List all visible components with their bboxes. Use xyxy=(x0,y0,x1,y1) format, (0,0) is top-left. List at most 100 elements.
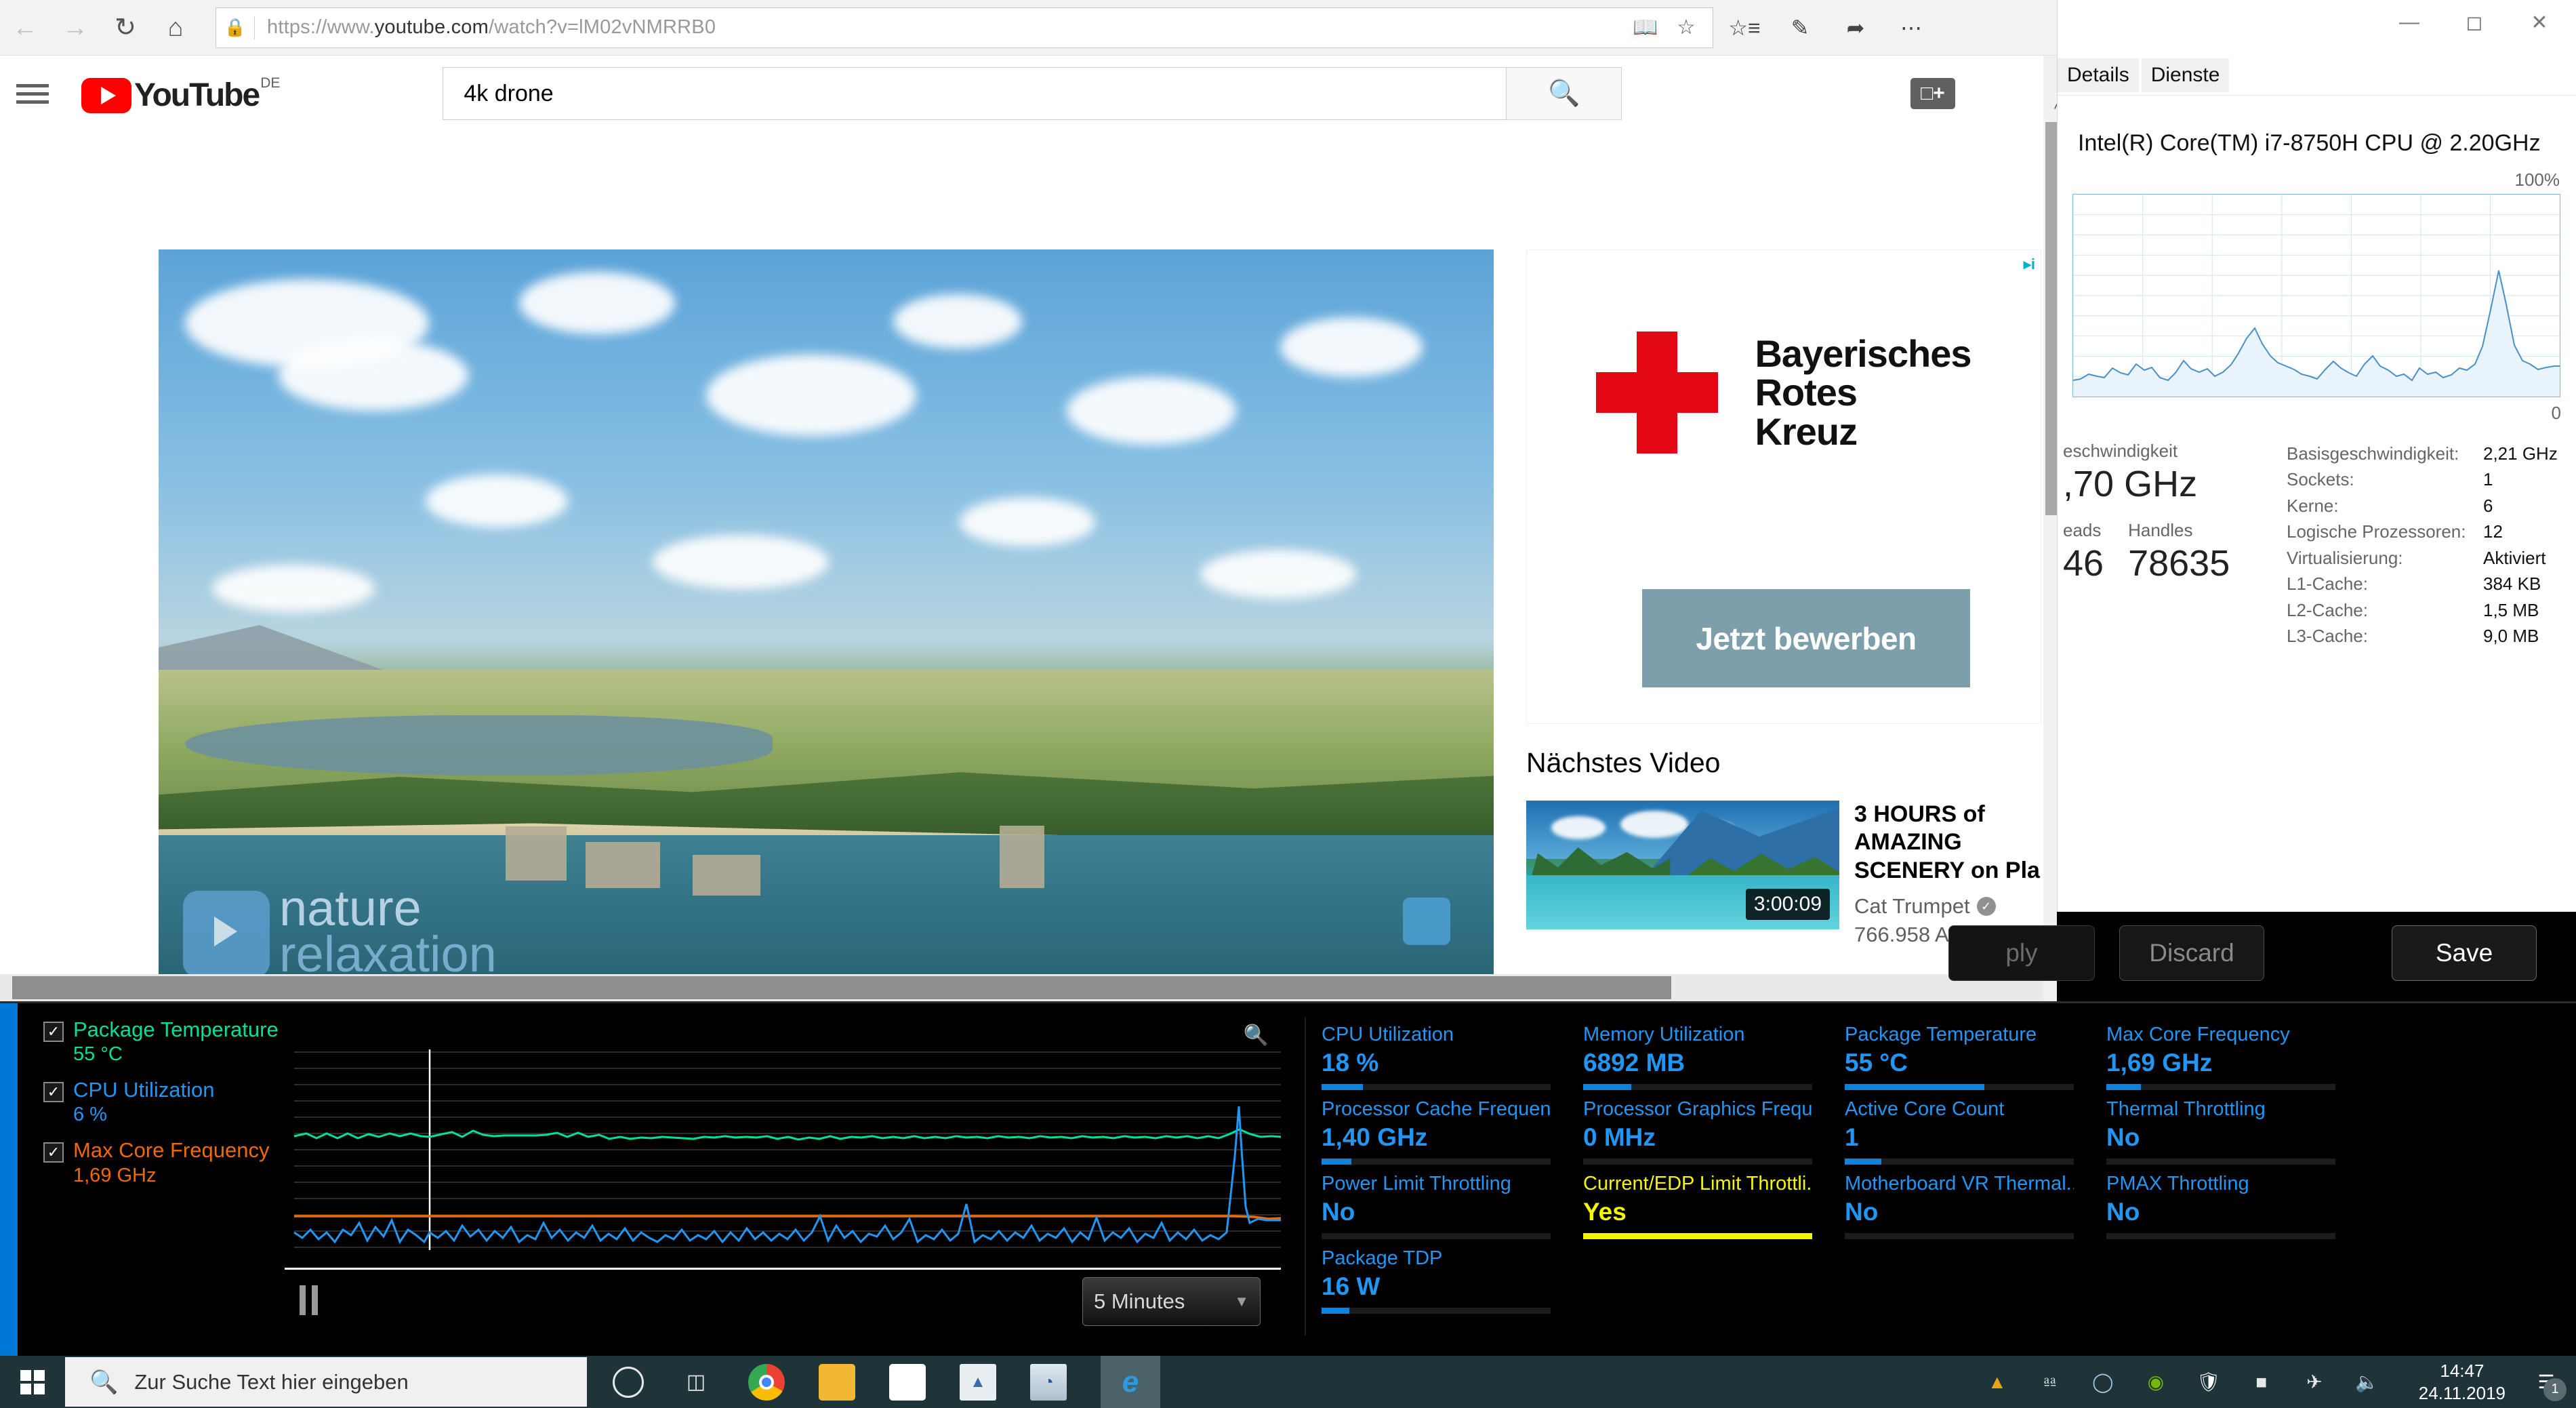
checkbox[interactable]: ✓ xyxy=(43,1082,64,1102)
tile-thermal-throttling[interactable]: Thermal Throttling No xyxy=(2106,1098,2335,1165)
task-view-icon[interactable]: ◫ xyxy=(678,1364,714,1401)
search-input[interactable]: 4k drone xyxy=(443,67,1507,120)
file-explorer-icon[interactable] xyxy=(819,1364,855,1401)
minimize-icon[interactable]: — xyxy=(2377,0,2442,45)
youtube-header: YouTube DE 4k drone 🔍 □+ xyxy=(0,56,2043,132)
video-player[interactable]: nature relaxation search the app store f… xyxy=(159,249,1494,1001)
battery-icon[interactable]: ■ xyxy=(2248,1367,2275,1397)
video-thumbnail[interactable]: 3:00:09 xyxy=(1526,801,1839,929)
ad-cta-button[interactable]: Jetzt bewerben xyxy=(1642,589,1970,687)
search-input[interactable]: 🔍 Zur Suche Text hier eingeben xyxy=(65,1357,587,1407)
maximize-icon[interactable]: ◻ xyxy=(2442,0,2507,45)
advertisement[interactable]: ▸i Bayerisches Rotes Kreuz Jetzt bewerbe… xyxy=(1526,249,2041,724)
graph-min-label: 0 xyxy=(2552,403,2561,424)
chrome-icon[interactable] xyxy=(748,1364,785,1401)
discard-button[interactable]: Discard xyxy=(2119,925,2264,981)
volume-muted-icon[interactable]: 🔈 xyxy=(2354,1367,2381,1397)
web-notes-icon[interactable]: ✎ xyxy=(1776,3,1824,52)
safely-remove-icon[interactable]: ▲ xyxy=(1984,1367,2011,1397)
home-icon[interactable]: ⌂ xyxy=(150,3,201,53)
task-manager-icon[interactable]: ▲ xyxy=(960,1364,996,1401)
tab-details[interactable]: Details xyxy=(2058,58,2139,92)
hamburger-menu-icon[interactable] xyxy=(16,84,49,104)
tile-max-core-frequency[interactable]: Max Core Frequency 1,69 GHz xyxy=(2106,1024,2335,1090)
tile-bar xyxy=(1583,1084,1812,1090)
system-tray: ▲ ⎂ ◯ ◉ 🛡 ■ ✈ 🔈 14:47 24.11.2019 ☰ 1 xyxy=(1984,1356,2576,1408)
tile-value: No xyxy=(2106,1198,2335,1226)
airplane-mode-icon[interactable]: ✈ xyxy=(2301,1367,2328,1397)
checkbox[interactable]: ✓ xyxy=(43,1142,64,1163)
legend-item-max-core-frequency[interactable]: ✓ Max Core Frequency 1,69 GHz xyxy=(43,1139,281,1188)
detail-value: 2,21 GHz xyxy=(2483,441,2558,466)
tile-value: No xyxy=(1322,1198,1551,1226)
detail-key: Virtualisierung: xyxy=(2287,545,2483,571)
tile-active-core-count[interactable]: Active Core Count 1 xyxy=(1845,1098,2074,1165)
tile-memory-utilization[interactable]: Memory Utilization 6892 MB xyxy=(1583,1024,1812,1090)
tile-package-tdp[interactable]: Package TDP 16 W xyxy=(1322,1247,1551,1314)
windows-start-icon[interactable] xyxy=(0,1356,65,1408)
ad-line-3: Kreuz xyxy=(1755,412,1971,451)
cpu-details-list: Basisgeschwindigkeit:2,21 GHz Sockets:1 … xyxy=(2287,441,2576,649)
legend-item-cpu-utilization[interactable]: ✓ CPU Utilization 6 % xyxy=(43,1079,281,1128)
tile-package-temperature[interactable]: Package Temperature 55 °C xyxy=(1845,1024,2074,1090)
notification-icon[interactable]: ☰ 1 xyxy=(2531,1367,2561,1397)
create-video-icon[interactable]: □+ xyxy=(1910,78,1955,109)
youtube-logo[interactable]: YouTube DE xyxy=(81,74,280,113)
close-icon[interactable]: ✕ xyxy=(2507,0,2572,45)
page-horizontal-scrollbar[interactable] xyxy=(0,974,2043,1001)
refresh-icon[interactable]: ↻ xyxy=(100,3,150,53)
magnifier-icon[interactable]: 🔍 xyxy=(1244,1024,1269,1047)
timerange-dropdown[interactable]: 5 Minutes ▼ xyxy=(1082,1277,1261,1326)
cloud xyxy=(1280,317,1423,377)
tile-pmax-throttling[interactable]: PMAX Throttling No xyxy=(2106,1173,2335,1239)
checkbox[interactable]: ✓ xyxy=(43,1022,64,1042)
forward-arrow-icon[interactable]: → xyxy=(50,3,100,53)
reading-view-icon[interactable]: 📖 xyxy=(1627,9,1664,46)
speed-label: eschwindigkeit xyxy=(2063,441,2280,462)
accent-stripe xyxy=(0,1003,18,1358)
task-manager-tabs: Details Dienste xyxy=(2058,57,2576,92)
pause-icon[interactable] xyxy=(300,1285,318,1315)
hub-favorites-icon[interactable]: ☆≡ xyxy=(1720,3,1769,52)
building xyxy=(1000,826,1044,888)
lock-icon: 🔒 xyxy=(216,17,254,38)
cortana-circle-icon[interactable] xyxy=(613,1367,644,1398)
divider xyxy=(2058,95,2576,96)
search-icon[interactable]: 🔍 xyxy=(1507,67,1622,120)
tile-motherboard-vr-thermal[interactable]: Motherboard VR Thermal... No xyxy=(1845,1173,2074,1239)
nvidia-icon[interactable]: ◉ xyxy=(2142,1367,2169,1397)
star-icon[interactable]: ☆ xyxy=(1668,9,1704,46)
tab-dienste[interactable]: Dienste xyxy=(2142,58,2230,92)
legend-label: Package Temperature xyxy=(73,1018,279,1041)
adchoices-icon[interactable]: ▸i xyxy=(2024,256,2035,273)
save-button[interactable]: Save xyxy=(2392,925,2537,981)
tile-processor-cache-frequency[interactable]: Processor Cache Frequency 1,40 GHz xyxy=(1322,1098,1551,1165)
xtu-icon[interactable]: ◔ xyxy=(1030,1364,1067,1401)
channel-name[interactable]: Cat Trumpet ✓ xyxy=(1854,894,2041,919)
edge-icon[interactable]: e xyxy=(1101,1356,1160,1408)
back-arrow-icon[interactable]: ← xyxy=(0,3,50,53)
microsoft-store-icon[interactable] xyxy=(889,1364,926,1401)
disk-icon[interactable]: ◯ xyxy=(2089,1367,2117,1397)
defender-warning-icon[interactable]: 🛡 xyxy=(2195,1367,2222,1397)
video-title[interactable]: 3 HOURS of AMAZING SCENERY on Pla xyxy=(1854,801,2041,885)
tile-bar xyxy=(1845,1084,2074,1090)
tile-cpu-utilization[interactable]: CPU Utilization 18 % xyxy=(1322,1024,1551,1090)
tile-processor-graphics-frequency[interactable]: Processor Graphics Freque... 0 MHz xyxy=(1583,1098,1812,1165)
detail-key: Sockets: xyxy=(2287,466,2483,492)
share-icon[interactable]: ➦ xyxy=(1831,3,1880,52)
horizontal-scroll-thumb[interactable] xyxy=(12,976,1671,999)
cloud xyxy=(1067,377,1236,445)
more-ellipsis-icon[interactable]: ⋯ xyxy=(1887,3,1936,52)
clock[interactable]: 14:47 24.11.2019 xyxy=(2419,1360,2506,1404)
tile-current-edp-limit-throttling[interactable]: Current/EDP Limit Throttli... Yes xyxy=(1583,1173,1812,1239)
tile-power-limit-throttling[interactable]: Power Limit Throttling No xyxy=(1322,1173,1551,1239)
address-bar[interactable]: 🔒 https://www.youtube.com/watch?v=lM02vN… xyxy=(216,7,1713,48)
apply-button[interactable]: ply xyxy=(1948,925,2095,981)
legend-value: 6 % xyxy=(73,1102,214,1128)
building xyxy=(586,842,660,888)
legend-value: 1,69 GHz xyxy=(73,1163,269,1189)
legend-item-package-temperature[interactable]: ✓ Package Temperature 55 °C xyxy=(43,1018,281,1068)
threads-label: eads xyxy=(2063,520,2104,541)
keyboard-icon[interactable]: ⎂ xyxy=(2037,1367,2064,1397)
